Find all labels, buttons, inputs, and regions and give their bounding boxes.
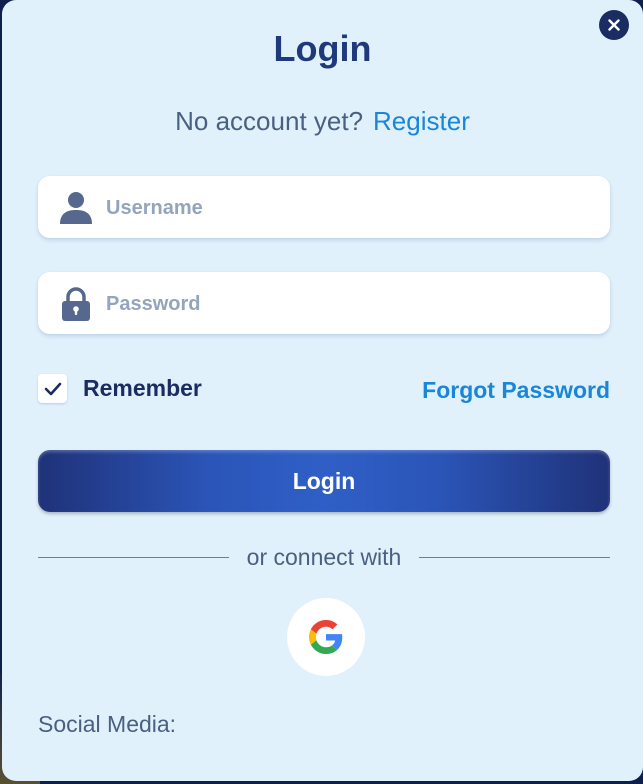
checkbox[interactable]	[38, 374, 67, 403]
username-field	[38, 176, 610, 240]
user-icon	[60, 192, 92, 224]
checkmark-icon	[44, 382, 61, 395]
no-account-text: No account yet?	[175, 106, 364, 136]
username-input[interactable]	[104, 176, 598, 240]
social-media-label: Social Media:	[38, 711, 177, 737]
page-title: Login	[273, 28, 372, 69]
login-modal: Login No account yet? Register Remember F…	[2, 0, 643, 781]
remember-checkbox[interactable]: Remember	[38, 374, 202, 403]
google-icon	[309, 620, 343, 654]
forgot-password-link[interactable]: Forgot Password	[422, 377, 610, 404]
password-field	[38, 272, 610, 336]
divider-text: or connect with	[246, 543, 402, 570]
register-prompt: No account yet? Register	[2, 106, 643, 137]
lock-icon	[62, 287, 90, 321]
remember-label: Remember	[83, 375, 202, 401]
login-button[interactable]: Login	[38, 450, 610, 512]
social-divider: or connect with	[38, 540, 611, 574]
register-link[interactable]: Register	[373, 106, 470, 136]
google-login-button[interactable]	[287, 598, 365, 676]
divider-line-left	[38, 556, 229, 558]
password-input[interactable]	[104, 272, 598, 336]
divider-line-right	[419, 556, 611, 558]
